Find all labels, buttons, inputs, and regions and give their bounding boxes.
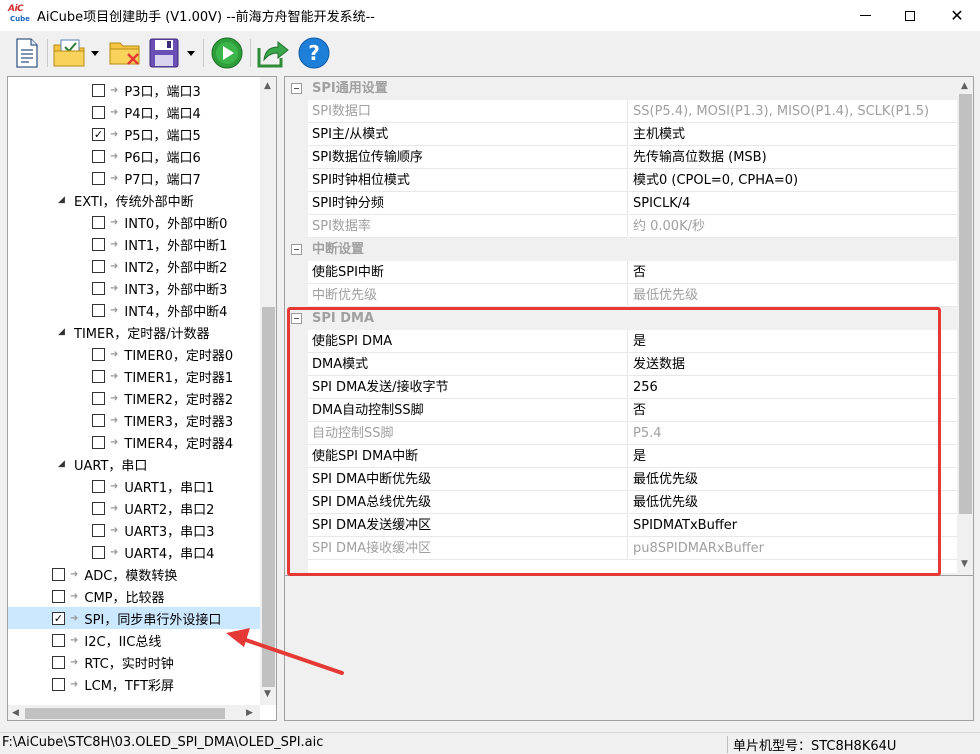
status-bar: F:\AiCube\STC8H\03.OLED_SPI_DMA\OLED_SPI… [0,732,980,754]
arrow-head-icon [226,628,250,647]
status-separator [727,736,728,753]
chip-model: 单片机型号：STC8H8K64U [733,739,897,754]
app-window: AiC Cube AiCube项目创建助手 (V1.00V) --前海方舟智能开… [0,0,980,754]
project-path: F:\AiCube\STC8H\03.OLED_SPI_DMA\OLED_SPI… [2,735,324,750]
annotation-arrow [226,628,344,675]
